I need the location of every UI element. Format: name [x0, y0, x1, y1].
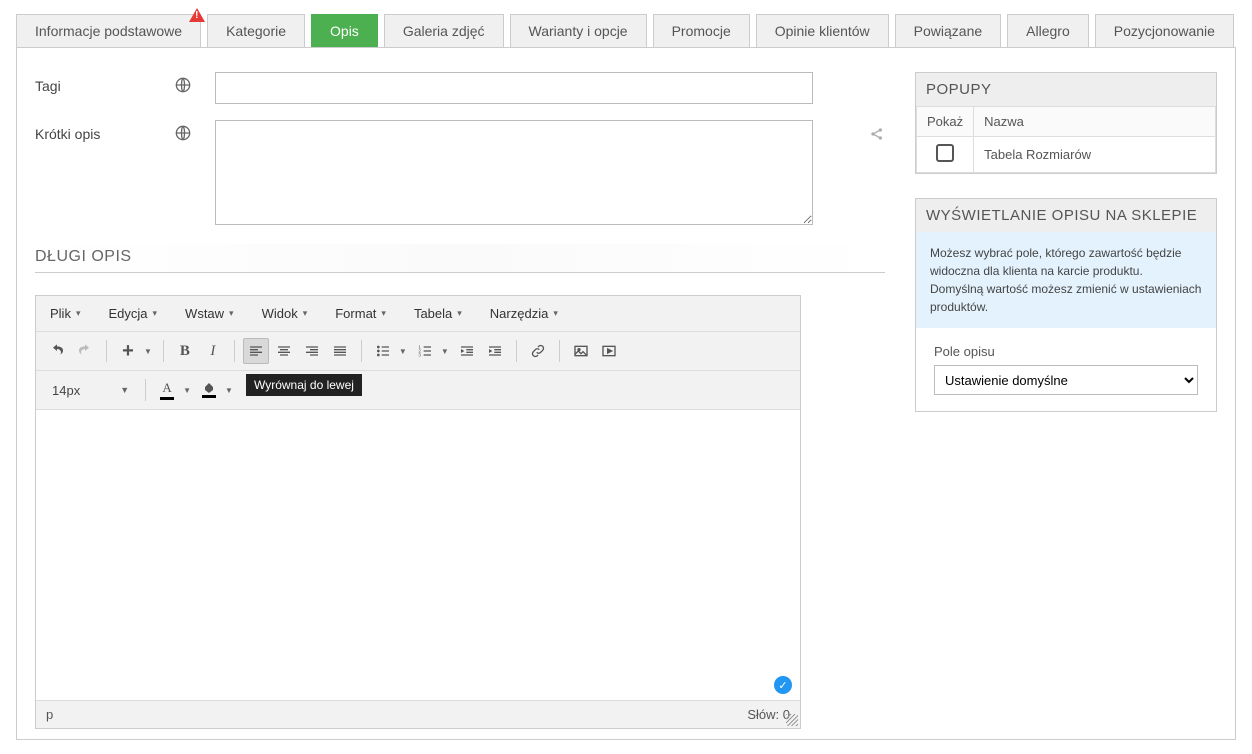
globe-icon[interactable]: [175, 72, 215, 93]
label-tagi: Tagi: [35, 72, 175, 94]
tab-opinie-klientów[interactable]: Opinie klientów: [756, 14, 889, 47]
menu-format[interactable]: Format: [329, 302, 392, 325]
bullet-list-dropdown[interactable]: ▼: [396, 347, 410, 356]
bold-button[interactable]: B: [172, 338, 198, 364]
editor-content-area[interactable]: ✓: [36, 410, 800, 700]
textarea-krotki-opis[interactable]: [215, 120, 813, 225]
text-color-button[interactable]: A: [154, 377, 180, 403]
rich-text-editor: Plik Edycja Wstaw Widok Format Tabela Narzędzi…: [35, 295, 801, 729]
warning-icon: [189, 8, 205, 22]
editor-menubar: Plik Edycja Wstaw Widok Format Tabela Narzędzi…: [36, 296, 800, 332]
editor-statusbar: p Słów: 0: [36, 700, 800, 728]
resize-handle[interactable]: [786, 714, 798, 726]
numbered-list-button[interactable]: 123: [412, 338, 438, 364]
row-krotki-opis: Krótki opis: [35, 120, 885, 228]
menu-narzędzia[interactable]: Narzędzia: [484, 302, 564, 325]
box-popupy: POPUPY Pokaż Nazwa Tabela Rozmiarów: [915, 72, 1217, 174]
bg-color-button[interactable]: [196, 377, 222, 403]
image-button[interactable]: [568, 338, 594, 364]
word-count: Słów: 0: [747, 707, 790, 722]
tooltip-align-left: Wyrównaj do lewej: [246, 374, 362, 396]
insert-dropdown[interactable]: ▼: [141, 347, 155, 356]
tab-warianty-i-opcje[interactable]: Warianty i opcje: [510, 14, 647, 47]
link-button[interactable]: [525, 338, 551, 364]
tab-pozycjonowanie[interactable]: Pozycjonowanie: [1095, 14, 1234, 47]
editor-toolbar-1: + ▼ B I ▼: [36, 332, 800, 371]
box-popupy-header: POPUPY: [916, 73, 1216, 106]
tab-opis[interactable]: Opis: [311, 14, 378, 47]
bg-color-dropdown[interactable]: ▼: [222, 386, 236, 395]
select-pole-opisu[interactable]: Ustawienie domyślne: [934, 365, 1198, 395]
label-pole-opisu: Pole opisu: [934, 344, 1198, 359]
box-wyswietlanie-header: WYŚWIETLANIE OPISU NA SKLEPIE: [916, 199, 1216, 232]
col-pokaz: Pokaż: [917, 107, 974, 137]
box-wyswietlanie: WYŚWIETLANIE OPISU NA SKLEPIE Możesz wyb…: [915, 198, 1217, 412]
tab-promocje[interactable]: Promocje: [653, 14, 750, 47]
italic-button[interactable]: I: [200, 338, 226, 364]
menu-edycja[interactable]: Edycja: [102, 302, 163, 325]
tab-kategorie[interactable]: Kategorie: [207, 14, 305, 47]
tabs-bar: Informacje podstawoweKategorieOpisGaleri…: [16, 14, 1236, 47]
undo-button[interactable]: [44, 338, 70, 364]
tab-informacje-podstawowe[interactable]: Informacje podstawowe: [16, 14, 201, 47]
text-color-dropdown[interactable]: ▼: [180, 386, 194, 395]
insert-button[interactable]: +: [115, 338, 141, 364]
menu-tabela[interactable]: Tabela: [408, 302, 468, 325]
input-tagi[interactable]: [215, 72, 813, 104]
font-size-select[interactable]: 14px▼: [44, 381, 137, 400]
align-right-button[interactable]: [299, 338, 325, 364]
numbered-list-dropdown[interactable]: ▼: [438, 347, 452, 356]
align-center-button[interactable]: [271, 338, 297, 364]
popup-name: Tabela Rozmiarów: [974, 137, 1216, 173]
tab-allegro[interactable]: Allegro: [1007, 14, 1089, 47]
outdent-button[interactable]: [454, 338, 480, 364]
checkbox-popup[interactable]: [936, 144, 954, 162]
menu-plik[interactable]: Plik: [44, 302, 86, 325]
section-dlugi-opis: DŁUGI OPIS: [35, 244, 885, 273]
globe-icon[interactable]: [175, 120, 215, 141]
editor-path: p: [46, 707, 53, 722]
indent-button[interactable]: [482, 338, 508, 364]
tab-galeria-zdjęć[interactable]: Galeria zdjęć: [384, 14, 504, 47]
share-icon[interactable]: [869, 126, 885, 142]
redo-button[interactable]: [72, 338, 98, 364]
menu-widok[interactable]: Widok: [256, 302, 314, 325]
table-row: Tabela Rozmiarów: [917, 137, 1216, 173]
svg-text:3: 3: [418, 352, 421, 357]
row-tagi: Tagi: [35, 72, 885, 104]
align-justify-button[interactable]: [327, 338, 353, 364]
align-left-button[interactable]: [243, 338, 269, 364]
menu-wstaw[interactable]: Wstaw: [179, 302, 240, 325]
tab-powiązane[interactable]: Powiązane: [895, 14, 1002, 47]
check-icon: ✓: [774, 676, 792, 694]
label-krotki-opis: Krótki opis: [35, 120, 175, 142]
media-button[interactable]: [596, 338, 622, 364]
bullet-list-button[interactable]: [370, 338, 396, 364]
info-text: Możesz wybrać pole, którego zawartość bę…: [916, 232, 1216, 328]
col-nazwa: Nazwa: [974, 107, 1216, 137]
editor-toolbar-2: 14px▼ A ▼ ▼: [36, 371, 800, 410]
